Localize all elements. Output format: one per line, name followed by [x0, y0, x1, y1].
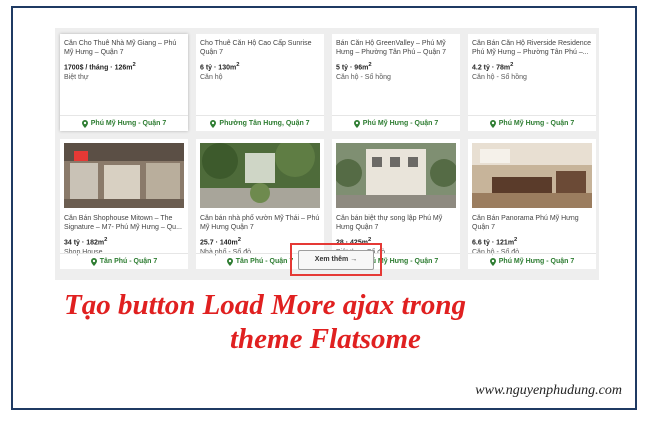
listing-title[interactable]: Căn bán nhà phố vườn Mỹ Thái – Phú Mỹ Hư…	[200, 214, 320, 233]
headline-line2: theme Flatsome	[230, 323, 421, 355]
map-pin-icon	[489, 119, 496, 128]
listing-card[interactable]: Căn Bán Panorama Phú Mỹ Hưng Quận 7 6.6 …	[468, 139, 596, 269]
listing-card[interactable]: Căn Bán Shophouse Mitown – The Signature…	[60, 139, 188, 269]
listing-thumbnail[interactable]	[472, 143, 592, 208]
website-url: www.nguyenphudung.com	[475, 383, 622, 398]
listing-location[interactable]: Phú Mỹ Hưng - Quận 7	[332, 115, 460, 131]
headline-line1: Tạo button Load More ajax trong	[64, 289, 467, 321]
load-more-button[interactable]: Xem thêm →	[298, 249, 374, 270]
listing-card[interactable]: Bán Căn Hộ GreenValley – Phú Mỹ Hưng – P…	[332, 34, 460, 131]
listing-card[interactable]: Cho Thuê Căn Hộ Cao Cấp Sunrise Quận 7 6…	[196, 34, 324, 131]
listing-type: Căn hộ - Sổ hồng	[472, 74, 527, 82]
listing-thumbnail[interactable]	[334, 143, 458, 208]
listing-location[interactable]: Phường Tân Hưng, Quận 7	[196, 115, 324, 131]
map-pin-icon	[226, 257, 233, 266]
listing-type: Biệt thự	[64, 74, 89, 82]
listing-thumbnail[interactable]	[200, 139, 320, 208]
listing-card[interactable]: Căn Bán Căn Hộ Riverside Residence Phú M…	[468, 34, 596, 131]
listing-title[interactable]: Căn Cho Thuê Nhà Mỹ Giang – Phú Mỹ Hưng …	[64, 39, 184, 58]
listing-price: 1700$ / tháng · 126m2	[64, 62, 136, 72]
listing-price: 4.2 tỷ · 78m2	[472, 62, 514, 72]
listing-price: 5 tỷ · 96m2	[336, 62, 372, 72]
load-more-highlight: Xem thêm →	[290, 243, 382, 276]
headline: Tạo button Load More ajax trong theme Fl…	[64, 288, 604, 356]
listing-card[interactable]: Căn Cho Thuê Nhà Mỹ Giang – Phú Mỹ Hưng …	[60, 34, 188, 131]
listing-title[interactable]: Căn Bán Panorama Phú Mỹ Hưng Quận 7	[472, 214, 592, 233]
listing-screenshot: Căn Cho Thuê Nhà Mỹ Giang – Phú Mỹ Hưng …	[55, 28, 599, 280]
listing-price: 6.6 tỷ · 121m2	[472, 237, 518, 247]
map-pin-icon	[489, 257, 496, 266]
listing-grid: Căn Cho Thuê Nhà Mỹ Giang – Phú Mỹ Hưng …	[60, 34, 596, 269]
listing-location[interactable]: Tân Phú - Quận 7	[60, 253, 188, 269]
listing-title[interactable]: Căn Bán Căn Hộ Riverside Residence Phú M…	[472, 39, 592, 58]
listing-title[interactable]: Căn bán biệt thự song lập Phú Mỹ Hưng Qu…	[336, 214, 456, 233]
map-pin-icon	[81, 119, 88, 128]
listing-price: 34 tỷ · 182m2	[64, 237, 108, 247]
listing-price: 6 tỷ · 130m2	[200, 62, 240, 72]
listing-location[interactable]: Phú Mỹ Hưng - Quận 7	[60, 115, 188, 131]
listing-title[interactable]: Bán Căn Hộ GreenValley – Phú Mỹ Hưng – P…	[336, 39, 456, 58]
listing-location[interactable]: Phú Mỹ Hưng - Quận 7	[468, 253, 596, 269]
listing-thumbnail[interactable]	[64, 143, 184, 208]
listing-title[interactable]: Cho Thuê Căn Hộ Cao Cấp Sunrise Quận 7	[200, 39, 320, 58]
listing-title[interactable]: Căn Bán Shophouse Mitown – The Signature…	[64, 214, 184, 233]
listing-location[interactable]: Phú Mỹ Hưng - Quận 7	[468, 115, 596, 131]
map-pin-icon	[90, 257, 97, 266]
listing-type: Căn hộ - Sổ hồng	[336, 74, 391, 82]
listing-type: Căn hộ	[200, 74, 223, 82]
map-pin-icon	[353, 119, 360, 128]
map-pin-icon	[210, 119, 217, 128]
